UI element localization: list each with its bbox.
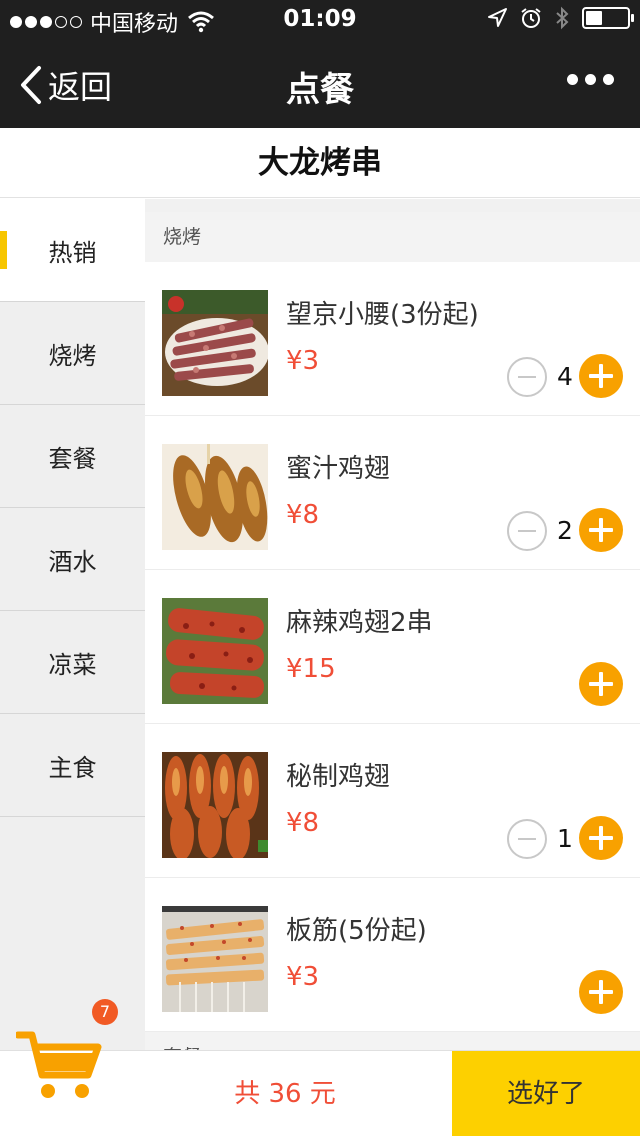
add-to-cart-button[interactable] — [579, 816, 623, 860]
add-to-cart-button[interactable] — [579, 354, 623, 398]
category-item-hot[interactable]: 热销 — [0, 199, 145, 302]
product-list[interactable]: 烧烤 望京小腰(3份起) ¥3 4 蜜汁鸡翅 ¥8 2 麻辣鸡翅2串 ¥15 秘… — [145, 199, 640, 1050]
decrease-quantity-button[interactable] — [507, 511, 547, 551]
category-label: 酒水 — [48, 547, 97, 576]
navigation-bar: 返回 点餐 — [0, 40, 640, 128]
product-image — [162, 444, 268, 550]
quantity-value: 1 — [557, 824, 573, 853]
category-item-drinks[interactable]: 酒水 — [0, 508, 145, 611]
category-sidebar: 热销 烧烤 套餐 酒水 凉菜 主食 — [0, 199, 145, 1050]
section-header: 套餐 — [145, 1032, 640, 1050]
product-item: 板筋(5份起) ¥3 — [145, 878, 640, 1032]
product-price: ¥15 — [286, 654, 336, 684]
more-dot-icon — [585, 74, 596, 85]
product-price: ¥8 — [286, 808, 320, 838]
category-item-cold-dishes[interactable]: 凉菜 — [0, 611, 145, 714]
product-item: 麻辣鸡翅2串 ¥15 — [145, 570, 640, 724]
category-label: 热销 — [48, 238, 97, 267]
product-price: ¥8 — [286, 500, 320, 530]
category-item-combo[interactable]: 套餐 — [0, 405, 145, 508]
more-dot-icon — [603, 74, 614, 85]
cart-total: 共 36 元 — [234, 1079, 336, 1109]
quantity-value: 4 — [557, 362, 573, 391]
category-label: 套餐 — [48, 444, 97, 473]
bluetooth-icon — [556, 6, 569, 30]
more-options-button[interactable] — [567, 74, 614, 85]
category-label: 凉菜 — [48, 650, 97, 679]
category-item-bbq[interactable]: 烧烤 — [0, 302, 145, 405]
product-name: 麻辣鸡翅2串 — [286, 608, 433, 638]
section-header: 烧烤 — [145, 212, 640, 262]
add-to-cart-button[interactable] — [579, 508, 623, 552]
product-name: 望京小腰(3份起) — [286, 300, 479, 330]
product-item: 秘制鸡翅 ¥8 1 — [145, 724, 640, 878]
status-bar: 中国移动 01:09 — [0, 0, 640, 40]
add-to-cart-button[interactable] — [579, 662, 623, 706]
confirm-order-button[interactable]: 选好了 — [452, 1051, 640, 1136]
battery-icon — [582, 7, 634, 29]
decrease-quantity-button[interactable] — [507, 357, 547, 397]
store-name: 大龙烤串 — [0, 128, 640, 198]
product-name: 秘制鸡翅 — [286, 762, 391, 792]
more-dot-icon — [567, 74, 578, 85]
product-item: 蜜汁鸡翅 ¥8 2 — [145, 416, 640, 570]
product-image — [162, 598, 268, 704]
product-name: 蜜汁鸡翅 — [286, 454, 391, 484]
product-image — [162, 752, 268, 858]
category-label: 主食 — [48, 753, 97, 782]
category-label: 烧烤 — [48, 341, 97, 370]
cart-button[interactable]: 7 — [14, 999, 118, 1109]
product-item: 望京小腰(3份起) ¥3 4 — [145, 262, 640, 416]
product-price: ¥3 — [286, 346, 320, 376]
location-arrow-icon — [488, 8, 507, 27]
product-image — [162, 906, 268, 1012]
product-name: 板筋(5份起) — [286, 916, 427, 946]
page-title: 点餐 — [286, 70, 354, 110]
category-item-staple[interactable]: 主食 — [0, 714, 145, 817]
status-right — [486, 6, 634, 30]
battery-level-fill — [586, 11, 602, 25]
alarm-clock-icon — [521, 8, 541, 28]
product-price: ¥3 — [286, 962, 320, 992]
product-image — [162, 290, 268, 396]
add-to-cart-button[interactable] — [579, 970, 623, 1014]
shopping-cart-icon — [14, 1031, 102, 1098]
quantity-value: 2 — [557, 516, 573, 545]
cart-count-badge: 7 — [92, 999, 118, 1025]
decrease-quantity-button[interactable] — [507, 819, 547, 859]
cart-bar: 7 共 36 元 选好了 — [0, 999, 640, 1136]
